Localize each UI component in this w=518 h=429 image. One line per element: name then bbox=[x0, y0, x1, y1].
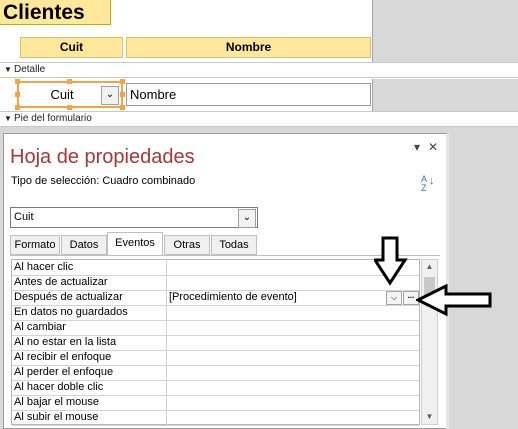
property-value[interactable] bbox=[169, 320, 384, 335]
detail-band-label: Detalle bbox=[14, 64, 46, 75]
scroll-up-icon[interactable]: ▲ bbox=[422, 260, 437, 274]
property-label: Al hacer clic bbox=[14, 261, 74, 273]
property-value[interactable] bbox=[169, 260, 384, 275]
property-label: Antes de actualizar bbox=[14, 276, 108, 288]
selection-handle[interactable] bbox=[67, 79, 72, 84]
detail-band-bar[interactable]: ▼ Detalle bbox=[0, 62, 518, 78]
detail-canvas-gray-area bbox=[372, 79, 518, 111]
property-label: Al subir el mouse bbox=[14, 411, 99, 423]
cuit-combo-box[interactable]: Cuit ⌄ bbox=[17, 81, 123, 108]
property-label: Al bajar el mouse bbox=[14, 396, 99, 408]
property-row[interactable]: Al hacer clic bbox=[12, 260, 419, 276]
tab-datos[interactable]: Datos bbox=[61, 235, 107, 255]
property-sheet-title: Hoja de propiedades bbox=[10, 146, 195, 168]
chevron-down-icon[interactable]: ⌄ bbox=[101, 86, 119, 105]
tab-formato[interactable]: Formato bbox=[10, 235, 60, 255]
property-row[interactable]: Al recibir el enfoque bbox=[12, 350, 419, 366]
tab-todas[interactable]: Todas bbox=[211, 235, 257, 255]
property-value[interactable] bbox=[169, 305, 384, 320]
nombre-text-box[interactable]: Nombre bbox=[126, 83, 371, 106]
selection-handle[interactable] bbox=[120, 105, 125, 110]
property-label: En datos no guardados bbox=[14, 306, 128, 318]
sort-az-icon[interactable]: A Z ↓ bbox=[421, 175, 439, 195]
property-value[interactable] bbox=[169, 350, 384, 365]
selection-handle[interactable] bbox=[120, 79, 125, 84]
band-arrow-icon: ▼ bbox=[4, 65, 12, 74]
property-value[interactable] bbox=[169, 365, 384, 380]
cuit-combo-value: Cuit bbox=[50, 87, 74, 102]
property-value[interactable] bbox=[169, 275, 384, 290]
form-canvas-gray-area bbox=[372, 0, 518, 62]
selection-handle[interactable] bbox=[15, 92, 20, 97]
selection-type-value: Cuadro combinado bbox=[102, 175, 196, 187]
left-arrow-annotation-icon bbox=[416, 284, 492, 317]
form-title-label[interactable]: Clientes bbox=[0, 0, 111, 25]
property-label: Al perder el enfoque bbox=[14, 366, 114, 378]
property-label: Al no estar en la lista bbox=[14, 336, 117, 348]
property-row[interactable]: Al hacer doble clic bbox=[12, 380, 419, 396]
property-row[interactable]: Al perder el enfoque bbox=[12, 365, 419, 381]
property-row[interactable]: Al cambiar bbox=[12, 320, 419, 336]
selection-handle[interactable] bbox=[15, 105, 20, 110]
property-label: Al cambiar bbox=[14, 321, 66, 333]
selection-handle[interactable] bbox=[15, 79, 20, 84]
property-value[interactable] bbox=[169, 395, 384, 410]
pane-menu-icon[interactable]: ▾ bbox=[410, 140, 424, 154]
column-header-cuit[interactable]: Cuit bbox=[20, 37, 123, 58]
property-value[interactable] bbox=[169, 380, 384, 395]
property-value[interactable]: [Procedimiento de evento] bbox=[169, 290, 384, 305]
object-selector-value: Cuit bbox=[14, 211, 34, 223]
property-label: Al hacer doble clic bbox=[14, 381, 104, 393]
property-row[interactable]: Al no estar en la lista bbox=[12, 335, 419, 351]
column-header-nombre[interactable]: Nombre bbox=[126, 37, 371, 58]
footer-band-label: Pie del formulario bbox=[14, 113, 92, 124]
property-label: Al recibir el enfoque bbox=[14, 351, 112, 363]
selection-type: Tipo de selección: Cuadro combinado bbox=[11, 175, 195, 187]
property-value[interactable] bbox=[169, 335, 384, 350]
down-arrow-annotation-icon bbox=[374, 236, 408, 286]
scroll-down-icon[interactable]: ▼ bbox=[422, 410, 437, 424]
band-arrow-icon: ▼ bbox=[4, 114, 12, 123]
selection-type-label: Tipo de selección: bbox=[11, 175, 100, 187]
event-properties-grid: Al hacer clic Antes de actualizar Despué… bbox=[11, 259, 420, 426]
tab-otras[interactable]: Otras bbox=[164, 235, 210, 255]
selection-handle[interactable] bbox=[120, 92, 125, 97]
property-row[interactable]: En datos no guardados bbox=[12, 305, 419, 321]
property-row[interactable]: Al subir el mouse bbox=[12, 410, 419, 426]
selection-handle[interactable] bbox=[67, 105, 72, 110]
tab-eventos[interactable]: Eventos bbox=[107, 232, 163, 256]
object-selector-dropdown[interactable]: Cuit ⌄ bbox=[10, 207, 258, 228]
chevron-down-icon[interactable]: ⌄ bbox=[238, 209, 256, 228]
chevron-down-icon[interactable]: ⌵ bbox=[386, 291, 402, 305]
property-row-selected[interactable]: Después de actualizar [Procedimiento de … bbox=[12, 290, 419, 306]
property-row[interactable]: Antes de actualizar bbox=[12, 275, 419, 291]
footer-band-bar[interactable]: ▼ Pie del formulario bbox=[0, 111, 518, 127]
property-value[interactable] bbox=[169, 410, 384, 425]
property-row[interactable]: Al bajar el mouse bbox=[12, 395, 419, 411]
close-icon[interactable]: ✕ bbox=[426, 140, 440, 154]
property-label: Después de actualizar bbox=[14, 291, 123, 303]
property-sheet-resize-edge[interactable] bbox=[446, 134, 449, 429]
sort-icon-z: Z bbox=[421, 183, 427, 193]
